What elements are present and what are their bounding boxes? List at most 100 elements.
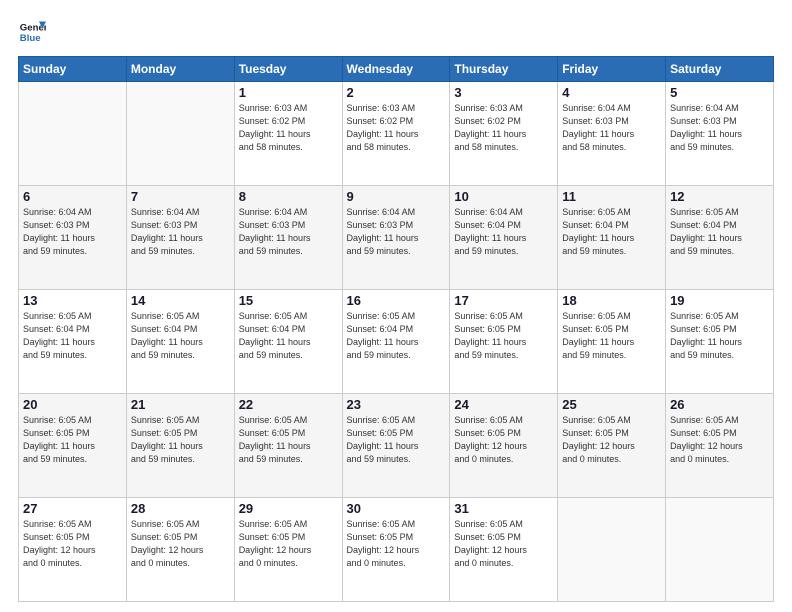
day-number: 23	[347, 397, 446, 412]
logo: General Blue	[18, 18, 50, 46]
calendar-week-row: 27 Sunrise: 6:05 AM Sunset: 6:05 PM Dayli…	[19, 498, 774, 602]
day-number: 25	[562, 397, 661, 412]
day-number: 14	[131, 293, 230, 308]
calendar-cell	[666, 498, 774, 602]
calendar-cell: 24Sunrise: 6:05 AM Sunset: 6:05 PM Dayli…	[450, 394, 558, 498]
day-info: Sunrise: 6:05 AM Sunset: 6:04 PM Dayligh…	[239, 310, 338, 362]
day-info: Sunrise: 6:04 AM Sunset: 6:03 PM Dayligh…	[239, 206, 338, 258]
calendar-header-monday: Monday	[126, 57, 234, 82]
calendar-cell: 26Sunrise: 6:05 AM Sunset: 6:05 PM Dayli…	[666, 394, 774, 498]
day-number: 28	[131, 501, 230, 516]
calendar-cell: 5 Sunrise: 6:04 AM Sunset: 6:03 PM Daylig…	[666, 82, 774, 186]
day-number: 21	[131, 397, 230, 412]
day-number: 19	[670, 293, 769, 308]
calendar-header-sunday: Sunday	[19, 57, 127, 82]
day-number: 13	[23, 293, 122, 308]
day-number: 15	[239, 293, 338, 308]
day-info: Sunrise: 6:04 AM Sunset: 6:03 PM Dayligh…	[670, 102, 769, 154]
page: General Blue SundayMondayTuesdayWednesda…	[0, 0, 792, 612]
day-number: 12	[670, 189, 769, 204]
day-info: Sunrise: 6:05 AM Sunset: 6:05 PM Dayligh…	[23, 414, 122, 466]
day-number: 5	[670, 85, 769, 100]
day-number: 26	[670, 397, 769, 412]
calendar-cell: 11 Sunrise: 6:05 AM Sunset: 6:04 PM Dayli…	[558, 186, 666, 290]
calendar-cell: 14 Sunrise: 6:05 AM Sunset: 6:04 PM Dayli…	[126, 290, 234, 394]
calendar-cell: 4 Sunrise: 6:04 AM Sunset: 6:03 PM Daylig…	[558, 82, 666, 186]
day-info: Sunrise: 6:05 AM Sunset: 6:05 PM Dayligh…	[131, 518, 230, 570]
day-number: 4	[562, 85, 661, 100]
calendar-cell: 8 Sunrise: 6:04 AM Sunset: 6:03 PM Daylig…	[234, 186, 342, 290]
calendar-cell: 27 Sunrise: 6:05 AM Sunset: 6:05 PM Dayli…	[19, 498, 127, 602]
calendar-cell: 6 Sunrise: 6:04 AM Sunset: 6:03 PM Daylig…	[19, 186, 127, 290]
day-info: Sunrise: 6:05 AM Sunset: 6:05 PM Dayligh…	[454, 310, 553, 362]
calendar-cell: 29Sunrise: 6:05 AM Sunset: 6:05 PM Dayli…	[234, 498, 342, 602]
day-info: Sunrise: 6:05 AM Sunset: 6:05 PM Dayligh…	[562, 414, 661, 466]
calendar-cell: 30 Sunrise: 6:05 AM Sunset: 6:05 PM Dayli…	[342, 498, 450, 602]
day-number: 31	[454, 501, 553, 516]
day-number: 18	[562, 293, 661, 308]
calendar-cell: 28 Sunrise: 6:05 AM Sunset: 6:05 PM Dayli…	[126, 498, 234, 602]
calendar-cell: 25 Sunrise: 6:05 AM Sunset: 6:05 PM Dayli…	[558, 394, 666, 498]
day-info: Sunrise: 6:03 AM Sunset: 6:02 PM Dayligh…	[347, 102, 446, 154]
calendar-cell: 13 Sunrise: 6:05 AM Sunset: 6:04 PM Dayli…	[19, 290, 127, 394]
day-number: 3	[454, 85, 553, 100]
calendar-cell: 1 Sunrise: 6:03 AM Sunset: 6:02 PM Daylig…	[234, 82, 342, 186]
calendar-cell: 19Sunrise: 6:05 AM Sunset: 6:05 PM Dayli…	[666, 290, 774, 394]
day-info: Sunrise: 6:05 AM Sunset: 6:05 PM Dayligh…	[347, 518, 446, 570]
calendar-cell: 23Sunrise: 6:05 AM Sunset: 6:05 PM Dayli…	[342, 394, 450, 498]
day-info: Sunrise: 6:05 AM Sunset: 6:04 PM Dayligh…	[562, 206, 661, 258]
day-info: Sunrise: 6:05 AM Sunset: 6:05 PM Dayligh…	[562, 310, 661, 362]
day-number: 16	[347, 293, 446, 308]
calendar-cell: 20 Sunrise: 6:05 AM Sunset: 6:05 PM Dayli…	[19, 394, 127, 498]
day-number: 1	[239, 85, 338, 100]
svg-text:Blue: Blue	[20, 33, 41, 44]
day-info: Sunrise: 6:04 AM Sunset: 6:03 PM Dayligh…	[347, 206, 446, 258]
day-info: Sunrise: 6:04 AM Sunset: 6:03 PM Dayligh…	[23, 206, 122, 258]
day-info: Sunrise: 6:05 AM Sunset: 6:05 PM Dayligh…	[23, 518, 122, 570]
calendar-cell: 7 Sunrise: 6:04 AM Sunset: 6:03 PM Daylig…	[126, 186, 234, 290]
day-number: 9	[347, 189, 446, 204]
day-info: Sunrise: 6:05 AM Sunset: 6:05 PM Dayligh…	[454, 518, 553, 570]
calendar-cell: 18 Sunrise: 6:05 AM Sunset: 6:05 PM Dayli…	[558, 290, 666, 394]
calendar-header-friday: Friday	[558, 57, 666, 82]
day-info: Sunrise: 6:05 AM Sunset: 6:05 PM Dayligh…	[131, 414, 230, 466]
calendar-cell	[558, 498, 666, 602]
calendar-week-row: 1 Sunrise: 6:03 AM Sunset: 6:02 PM Daylig…	[19, 82, 774, 186]
day-number: 8	[239, 189, 338, 204]
day-info: Sunrise: 6:05 AM Sunset: 6:04 PM Dayligh…	[670, 206, 769, 258]
calendar-cell: 3 Sunrise: 6:03 AM Sunset: 6:02 PM Daylig…	[450, 82, 558, 186]
day-info: Sunrise: 6:04 AM Sunset: 6:04 PM Dayligh…	[454, 206, 553, 258]
calendar-week-row: 20 Sunrise: 6:05 AM Sunset: 6:05 PM Dayli…	[19, 394, 774, 498]
day-number: 7	[131, 189, 230, 204]
calendar-cell	[126, 82, 234, 186]
calendar-cell: 17Sunrise: 6:05 AM Sunset: 6:05 PM Dayli…	[450, 290, 558, 394]
day-info: Sunrise: 6:03 AM Sunset: 6:02 PM Dayligh…	[454, 102, 553, 154]
day-info: Sunrise: 6:04 AM Sunset: 6:03 PM Dayligh…	[131, 206, 230, 258]
calendar-cell: 2 Sunrise: 6:03 AM Sunset: 6:02 PM Daylig…	[342, 82, 450, 186]
day-number: 24	[454, 397, 553, 412]
day-info: Sunrise: 6:05 AM Sunset: 6:05 PM Dayligh…	[239, 518, 338, 570]
calendar-cell: 9 Sunrise: 6:04 AM Sunset: 6:03 PM Daylig…	[342, 186, 450, 290]
calendar-header-wednesday: Wednesday	[342, 57, 450, 82]
day-info: Sunrise: 6:04 AM Sunset: 6:03 PM Dayligh…	[562, 102, 661, 154]
calendar-cell: 12 Sunrise: 6:05 AM Sunset: 6:04 PM Dayli…	[666, 186, 774, 290]
day-number: 10	[454, 189, 553, 204]
calendar-cell: 16Sunrise: 6:05 AM Sunset: 6:04 PM Dayli…	[342, 290, 450, 394]
day-number: 2	[347, 85, 446, 100]
day-number: 27	[23, 501, 122, 516]
day-number: 30	[347, 501, 446, 516]
calendar-week-row: 6 Sunrise: 6:04 AM Sunset: 6:03 PM Daylig…	[19, 186, 774, 290]
day-number: 20	[23, 397, 122, 412]
calendar-header-tuesday: Tuesday	[234, 57, 342, 82]
calendar-table: SundayMondayTuesdayWednesdayThursdayFrid…	[18, 56, 774, 602]
calendar-cell: 15 Sunrise: 6:05 AM Sunset: 6:04 PM Dayli…	[234, 290, 342, 394]
day-info: Sunrise: 6:05 AM Sunset: 6:04 PM Dayligh…	[23, 310, 122, 362]
day-number: 11	[562, 189, 661, 204]
day-info: Sunrise: 6:05 AM Sunset: 6:05 PM Dayligh…	[239, 414, 338, 466]
header: General Blue	[18, 18, 774, 46]
day-number: 6	[23, 189, 122, 204]
day-info: Sunrise: 6:05 AM Sunset: 6:04 PM Dayligh…	[131, 310, 230, 362]
day-number: 22	[239, 397, 338, 412]
day-info: Sunrise: 6:03 AM Sunset: 6:02 PM Dayligh…	[239, 102, 338, 154]
calendar-cell: 31 Sunrise: 6:05 AM Sunset: 6:05 PM Dayli…	[450, 498, 558, 602]
